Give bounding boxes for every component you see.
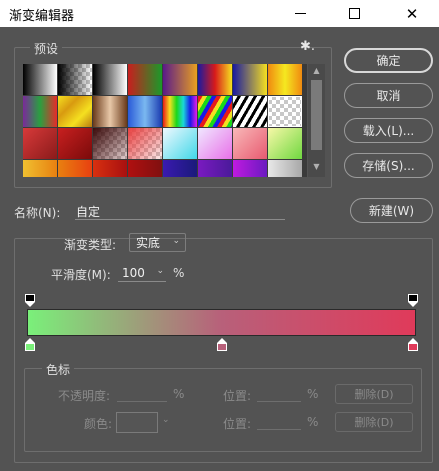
preset-swatch[interactable]: [233, 64, 267, 95]
preset-swatch[interactable]: [268, 160, 302, 177]
preset-swatch[interactable]: [163, 96, 197, 127]
preset-swatch[interactable]: [233, 128, 267, 159]
preset-swatch[interactable]: [93, 160, 127, 177]
preset-swatch[interactable]: [128, 96, 162, 127]
scroll-thumb[interactable]: [311, 80, 322, 150]
preset-scrollbar[interactable]: ▲ ▼: [308, 64, 325, 177]
preset-swatch[interactable]: [163, 64, 197, 95]
scroll-down-icon[interactable]: ▼: [308, 162, 325, 174]
preset-swatch-overlay: [268, 96, 302, 127]
preset-swatch[interactable]: [198, 128, 232, 159]
new-button[interactable]: 新建(W): [350, 198, 433, 223]
color-position-unit: %: [307, 415, 319, 429]
chevron-down-icon: ⌄: [162, 415, 170, 425]
chevron-down-icon: ⌄: [156, 266, 164, 276]
preset-swatch-overlay: [58, 64, 92, 95]
color-position-label: 位置:: [223, 417, 252, 431]
gradient-type-value: 实底: [136, 236, 161, 250]
save-button[interactable]: 存储(S)...: [344, 153, 433, 178]
maximize-button[interactable]: [331, 0, 377, 27]
preset-swatch[interactable]: [58, 64, 92, 95]
color-stop[interactable]: [25, 338, 35, 351]
preset-swatch[interactable]: [198, 160, 232, 177]
opacity-position-input: [257, 384, 301, 402]
preset-swatch[interactable]: [23, 160, 57, 177]
color-stop-swatch: [25, 343, 35, 351]
opacity-stop-pointer: [408, 302, 418, 307]
preset-swatch[interactable]: [163, 128, 197, 159]
smoothness-input[interactable]: 100 ⌄: [118, 264, 166, 282]
opacity-stop-swatch: [408, 294, 418, 302]
opacity-stop[interactable]: [25, 294, 35, 307]
opacity-stop-pointer: [25, 302, 35, 307]
preset-swatch[interactable]: [233, 160, 267, 177]
preset-swatch[interactable]: [23, 128, 57, 159]
preset-swatch[interactable]: [93, 128, 127, 159]
preset-swatch[interactable]: [128, 160, 162, 177]
name-label: 名称(N):: [14, 206, 61, 220]
color-position-input: [257, 412, 301, 430]
preset-swatch[interactable]: [233, 96, 267, 127]
opacity-position-unit: %: [307, 387, 319, 401]
preset-swatch[interactable]: [198, 96, 232, 127]
gradient-type-label: 渐变类型:: [64, 238, 117, 252]
preset-swatch[interactable]: [198, 64, 232, 95]
minimize-icon: [294, 13, 306, 14]
preset-swatch[interactable]: [268, 128, 302, 159]
color-stop-swatch: [216, 343, 227, 351]
opacity-unit: %: [173, 387, 185, 401]
close-icon: ✕: [405, 4, 419, 23]
preset-swatch-overlay: [93, 128, 127, 159]
opacity-stop-swatch: [25, 294, 35, 302]
ok-button[interactable]: 确定: [344, 48, 433, 73]
minimize-button[interactable]: [277, 0, 323, 27]
preset-swatch[interactable]: [128, 64, 162, 95]
preset-swatch[interactable]: [23, 64, 57, 95]
preset-swatch-overlay: [128, 128, 162, 159]
preset-swatch[interactable]: [58, 128, 92, 159]
preset-swatch[interactable]: [268, 64, 302, 95]
opacity-stop[interactable]: [408, 294, 418, 307]
stops-panel: [24, 368, 422, 452]
title-bar: 渐变编辑器 ✕: [0, 0, 439, 27]
maximize-icon: [348, 8, 360, 19]
gear-icon[interactable]: ✱.: [300, 39, 315, 54]
preset-swatch[interactable]: [128, 128, 162, 159]
preset-swatch[interactable]: [93, 96, 127, 127]
color-stop[interactable]: [216, 338, 227, 351]
name-field[interactable]: 自定: [75, 203, 285, 220]
smoothness-label: 平滑度(M):: [51, 268, 111, 282]
smoothness-value: 100: [122, 265, 145, 280]
preset-swatch[interactable]: [58, 96, 92, 127]
opacity-position-label: 位置:: [223, 389, 252, 403]
delete-color-stop-button: 删除(D): [335, 412, 413, 432]
preset-swatch[interactable]: [93, 64, 127, 95]
gradient-type-select[interactable]: 实底 ⌄: [129, 233, 186, 252]
delete-opacity-stop-button: 删除(D): [335, 384, 413, 404]
smoothness-unit: %: [173, 266, 185, 280]
cancel-button[interactable]: 取消: [344, 83, 433, 108]
opacity-input: [117, 384, 167, 402]
stops-panel-title: 色标: [42, 361, 75, 378]
preset-swatch-grid: [23, 64, 307, 177]
color-well: [116, 412, 158, 433]
preset-swatch[interactable]: [23, 96, 57, 127]
presets-label: 预设: [30, 40, 63, 57]
scroll-up-icon[interactable]: ▲: [308, 66, 325, 78]
gradient-bar[interactable]: [27, 309, 416, 336]
load-button[interactable]: 载入(L)...: [344, 118, 433, 143]
color-stop-swatch: [408, 343, 418, 351]
preset-swatch-list: [23, 64, 307, 177]
preset-swatch[interactable]: [163, 160, 197, 177]
window-title: 渐变编辑器: [9, 9, 75, 24]
chevron-down-icon: ⌄: [172, 236, 180, 246]
color-label: 颜色:: [84, 417, 113, 431]
preset-swatch[interactable]: [268, 96, 302, 127]
close-button[interactable]: ✕: [389, 0, 435, 27]
opacity-label: 不透明度:: [58, 389, 111, 403]
preset-swatch[interactable]: [58, 160, 92, 177]
color-stop[interactable]: [408, 338, 418, 351]
